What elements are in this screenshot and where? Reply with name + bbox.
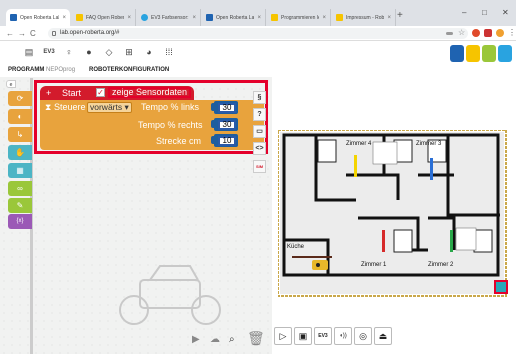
category-touch-icon[interactable]: ✋	[8, 145, 32, 160]
roberta-favicon-icon	[10, 14, 17, 21]
maximize-button[interactable]: □	[482, 8, 487, 17]
steer-label: Steuere	[54, 102, 86, 112]
globe-icon[interactable]: ◕	[142, 47, 156, 57]
speed-left-input[interactable]: 30	[218, 103, 236, 113]
tab-impressum[interactable]: Impressum - Roberta ×	[332, 9, 396, 26]
speed-right-input[interactable]: 30	[218, 120, 236, 130]
lock-icon	[52, 31, 56, 36]
close-tab-icon[interactable]: ×	[322, 15, 326, 21]
sim-sound-button[interactable]: ◖))	[334, 327, 352, 345]
room-label-kueche: Küche	[287, 244, 305, 250]
roberta-favicon-icon	[336, 14, 343, 21]
tab-open-roberta-lab-2[interactable]: Open Roberta Lab ×	[202, 9, 266, 26]
extension-icon[interactable]	[472, 29, 480, 37]
hourglass-icon: ⧗	[45, 102, 52, 112]
sim-image-button[interactable]: ▣	[294, 327, 312, 345]
toolbox-level-icon[interactable]: e	[6, 80, 16, 88]
trash-icon[interactable]: 🗑	[247, 330, 265, 347]
close-tab-icon[interactable]: ×	[257, 15, 261, 21]
category-loop-icon[interactable]: ∞	[8, 181, 32, 196]
room-label-zimmer-2: Zimmer 2	[428, 262, 454, 268]
menu-dots-icon[interactable]: ⋮	[508, 28, 516, 37]
back-icon[interactable]: ←	[6, 29, 14, 38]
speed-left-label: Tempo % links	[141, 102, 200, 112]
category-sensor-icon[interactable]: ◐	[8, 109, 32, 124]
room-label-zimmer-3: Zimmer 3	[416, 141, 442, 147]
close-tab-icon[interactable]: ×	[127, 15, 131, 21]
close-tab-icon[interactable]: ×	[192, 15, 196, 21]
tab-robot-configuration[interactable]: ROBOTERKONFIGURATION	[89, 67, 169, 73]
start-label: Start	[62, 88, 82, 98]
key-icon[interactable]	[446, 32, 453, 35]
sim-toggle-button[interactable]: SIM	[253, 160, 266, 173]
connector	[211, 103, 215, 111]
apps-grid-icon[interactable]: ⁞⁞⁞	[162, 47, 176, 57]
menu-icon[interactable]: ▤	[22, 47, 36, 58]
roberta-favicon-icon	[206, 14, 213, 21]
tab-program[interactable]: PROGRAMM NEPOprog	[8, 67, 75, 73]
plus-icon[interactable]: +	[46, 88, 51, 98]
close-tab-icon[interactable]: ×	[387, 15, 391, 21]
tab-ev3-farbsensor[interactable]: EV3 Farbsensor: Anmeld ×	[137, 9, 201, 26]
new-tab-button[interactable]: +	[397, 10, 403, 21]
connector	[211, 120, 215, 128]
direction-dropdown[interactable]: vorwärts ▾	[87, 102, 132, 113]
link-favicon-icon	[141, 14, 148, 21]
code-button[interactable]: §	[253, 91, 266, 104]
sim-play-button[interactable]: ▷	[274, 327, 292, 345]
profile-icon[interactable]	[496, 29, 504, 37]
robot-ev3-icon[interactable]: EV3	[42, 49, 56, 55]
extension-red-icon[interactable]	[484, 29, 492, 37]
distance-input[interactable]: 10	[218, 136, 236, 146]
play-icon[interactable]: ▶	[192, 334, 200, 345]
zoom-icon[interactable]: ⌕	[229, 334, 235, 345]
simulation-canvas[interactable]	[278, 130, 514, 300]
minimize-button[interactable]: –	[462, 8, 466, 17]
comment-button[interactable]: ▭	[253, 125, 266, 138]
roberta-favicon-icon	[271, 14, 278, 21]
tab-faq[interactable]: FAQ Open Roberta La ×	[72, 9, 136, 26]
roberta-logo-green	[482, 45, 496, 62]
tab-programmieren[interactable]: Programmieren lernen ×	[267, 9, 331, 26]
roberta-logo-cyan	[498, 45, 512, 62]
category-action-icon[interactable]: ⟳	[8, 91, 32, 106]
user-icon[interactable]: ●	[82, 47, 96, 57]
star-icon[interactable]: ☆	[458, 28, 466, 37]
category-display-icon[interactable]: ▦	[8, 163, 32, 178]
sensor-checkbox[interactable]: ✓	[96, 88, 105, 97]
reload-icon[interactable]: C	[30, 29, 36, 38]
help-button[interactable]: ?	[253, 108, 266, 121]
category-control-icon[interactable]: ↳	[8, 127, 32, 142]
category-pen-icon[interactable]: ✎	[8, 198, 32, 213]
sim-location-button[interactable]: ◎	[354, 327, 372, 345]
sensor-data-label: zeige Sensordaten	[108, 87, 192, 98]
sim-robot-button[interactable]: EV3	[314, 327, 332, 345]
roberta-favicon-icon	[76, 14, 83, 21]
roberta-logo-blue	[450, 45, 464, 62]
cloud-icon[interactable]: ☁	[210, 334, 220, 345]
lightbulb-icon[interactable]: ♀	[62, 47, 76, 57]
forward-icon[interactable]: →	[18, 29, 26, 38]
room-label-zimmer-1: Zimmer 1	[361, 262, 387, 268]
roberta-logo-yellow	[466, 45, 480, 62]
sim-import-button[interactable]: ⏏	[374, 327, 392, 345]
source-code-button[interactable]: <>	[253, 142, 266, 155]
robot-watermark	[119, 265, 221, 325]
close-window-button[interactable]: ✕	[502, 8, 509, 17]
connector	[211, 136, 215, 144]
room-label-zimmer-4: Zimmer 4	[346, 141, 372, 147]
url-input[interactable]: lab.open-roberta.org/#	[48, 28, 468, 39]
program-icon[interactable]: ⊞	[122, 47, 136, 58]
tab-open-roberta-lab[interactable]: Open Roberta Lab ×	[6, 9, 70, 26]
distance-label: Strecke cm	[156, 136, 202, 146]
speed-right-label: Tempo % rechts	[138, 120, 203, 130]
gallery-icon[interactable]: ◇	[102, 47, 116, 58]
close-tab-icon[interactable]: ×	[62, 15, 66, 21]
category-variables-icon[interactable]: {x}	[8, 214, 32, 229]
app-toolbar	[0, 41, 516, 65]
